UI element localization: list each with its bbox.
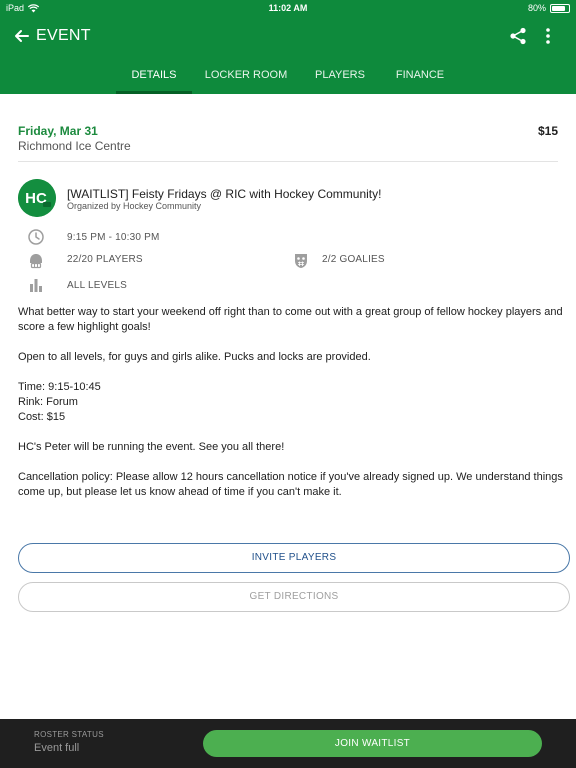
- app-bar: EVENT DETAILS LOCKER ROOM PLAYERS FINANC…: [0, 16, 576, 94]
- event-title: [WAITLIST] Feisty Fridays @ RIC with Hoc…: [67, 187, 382, 201]
- more-vert-icon[interactable]: [540, 26, 556, 46]
- event-levels: ALL LEVELS: [67, 280, 128, 291]
- description-line: Rink: Forum: [18, 396, 78, 408]
- event-goalies: 2/2 GOALIES: [322, 254, 385, 265]
- description-line: What better way to start your weekend of…: [18, 306, 563, 333]
- tab-players[interactable]: PLAYERS: [306, 58, 374, 94]
- description-line: Open to all levels, for guys and girls a…: [18, 351, 371, 363]
- description-line: Cancellation policy: Please allow 12 hou…: [18, 471, 563, 498]
- event-venue: Richmond Ice Centre: [18, 139, 131, 153]
- share-icon[interactable]: [508, 26, 528, 46]
- arrow-left-icon[interactable]: [12, 26, 32, 46]
- roster-status-label: ROSTER STATUS: [34, 730, 104, 739]
- description-gap: [18, 365, 563, 380]
- bar-chart-icon: [30, 279, 42, 292]
- header-divider: [18, 161, 558, 162]
- helmet-icon: [30, 254, 42, 269]
- description-line: Cost: $15: [18, 411, 66, 423]
- tab-finance[interactable]: FINANCE: [388, 58, 452, 94]
- page-title: EVENT: [36, 27, 91, 44]
- event-organizer: Organized by Hockey Community: [67, 201, 202, 211]
- description-gap: [18, 335, 563, 350]
- status-time: 11:02 AM: [268, 3, 308, 13]
- event-price: $15: [537, 124, 558, 138]
- roster-status-value: Event full: [34, 742, 80, 754]
- battery-percent: 80%: [527, 3, 546, 13]
- event-players: 22/20 PLAYERS: [67, 254, 143, 265]
- status-bar: iPad 11:02 AM 80%: [0, 0, 576, 16]
- event-time: 9:15 PM - 10:30 PM: [67, 232, 160, 243]
- goalie-mask-icon: [295, 254, 307, 268]
- tab-locker-room[interactable]: LOCKER ROOM: [200, 58, 292, 94]
- description-line: HC's Peter will be running the event. Se…: [18, 441, 285, 453]
- get-directions-button[interactable]: GET DIRECTIONS: [18, 582, 570, 612]
- battery-icon: [550, 3, 570, 13]
- event-description: What better way to start your weekend of…: [18, 305, 563, 500]
- battery-level: [552, 5, 565, 11]
- clock-icon: [28, 229, 44, 245]
- invite-players-button[interactable]: INVITE PLAYERS: [18, 543, 570, 573]
- description-gap: [18, 455, 563, 470]
- organizer-logo: HC: [18, 179, 56, 217]
- tab-details[interactable]: DETAILS: [116, 58, 192, 94]
- join-waitlist-button[interactable]: JOIN WAITLIST: [203, 730, 542, 757]
- description-line: Time: 9:15-10:45: [18, 381, 101, 393]
- bottom-bar: ROSTER STATUS Event full JOIN WAITLIST: [0, 719, 576, 768]
- event-date: Friday, Mar 31: [18, 124, 98, 138]
- status-right: 80%: [528, 3, 570, 13]
- description-gap: [18, 425, 563, 440]
